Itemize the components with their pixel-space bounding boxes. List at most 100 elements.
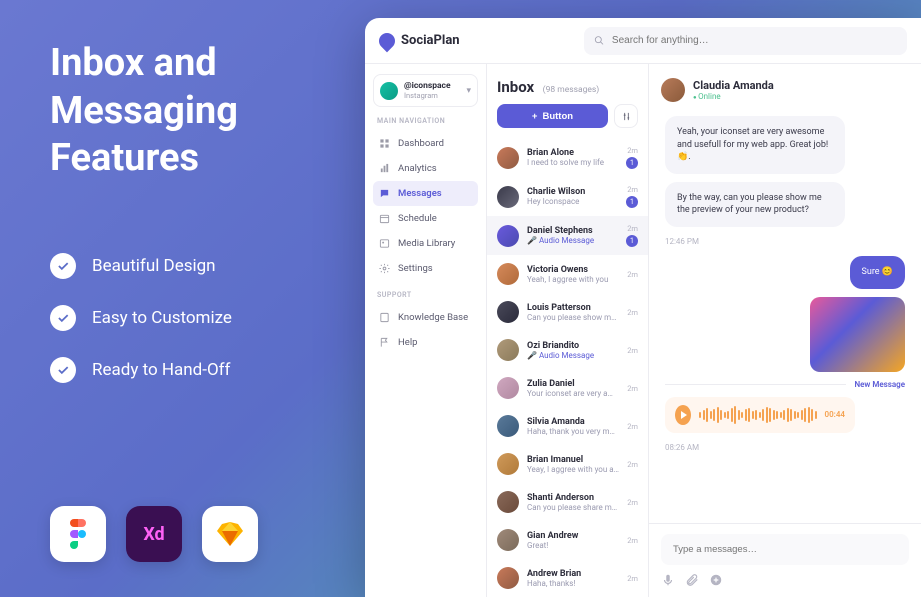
thread-name: Shanti Anderson xyxy=(527,493,619,503)
thread-avatar xyxy=(497,339,519,361)
thread-item[interactable]: Silvia AmandaHaha, thank you very m…2m xyxy=(487,407,648,445)
account-switcher[interactable]: @iconspace Instagram ▾ xyxy=(373,74,478,107)
thread-name: Andrew Brian xyxy=(527,569,619,579)
thread-preview: Haha, thanks! xyxy=(527,579,619,588)
thread-item[interactable]: Shanti AndersonCan you please share m…2m xyxy=(487,483,648,521)
nav-section-heading: MAIN NAVIGATION xyxy=(377,117,474,125)
thread-name: Brian Imanuel xyxy=(527,455,619,465)
inbox-title: Inbox xyxy=(497,78,534,96)
inbox-column: Inbox (98 messages) + Button Brian Alone… xyxy=(487,64,649,597)
nav-dashboard[interactable]: Dashboard xyxy=(373,131,478,156)
nav-media[interactable]: Media Library xyxy=(373,231,478,256)
thread-name: Daniel Stephens xyxy=(527,226,618,236)
nav-analytics[interactable]: Analytics xyxy=(373,156,478,181)
mic-icon[interactable] xyxy=(661,573,675,587)
thread-item[interactable]: Zulia DanielYour iconset are very a…2m xyxy=(487,369,648,407)
thread-name: Louis Patterson xyxy=(527,303,619,313)
nav-help[interactable]: Help xyxy=(373,330,478,355)
chat-status: Online xyxy=(693,92,774,101)
feature-list: Beautiful Design Easy to Customize Ready… xyxy=(50,253,350,383)
thread-name: Gian Andrew xyxy=(527,531,619,541)
thread-avatar xyxy=(497,567,519,589)
nav-knowledge[interactable]: Knowledge Base xyxy=(373,305,478,330)
brand-logo-icon xyxy=(376,29,399,52)
thread-item[interactable]: Brian AloneI need to solve my life 2m 1 xyxy=(487,138,648,177)
thread-preview: I need to solve my life xyxy=(527,158,618,167)
voice-message[interactable]: 00:44 xyxy=(665,397,855,433)
flag-icon xyxy=(379,337,390,348)
promo-title: Inbox and Messaging Features xyxy=(50,40,350,183)
thread-time: 2m xyxy=(627,384,638,393)
thread-item[interactable]: Brian ImanuelYeay, I aggree with you abo… xyxy=(487,445,648,483)
sketch-icon xyxy=(202,506,258,562)
add-icon[interactable] xyxy=(709,573,723,587)
filter-button[interactable] xyxy=(614,104,638,128)
thread-time: 2m xyxy=(627,346,638,355)
feature-item: Ready to Hand-Off xyxy=(50,357,350,383)
nav-section-heading: SUPPORT xyxy=(377,291,474,299)
calendar-icon xyxy=(379,213,390,224)
inbox-count: (98 messages) xyxy=(543,85,600,95)
thread-item[interactable]: Victoria OwensYeah, I aggree with you2m xyxy=(487,255,648,293)
thread-item[interactable]: Ozi Briandito🎤 Audio Message2m xyxy=(487,331,648,369)
thread-name: Zulia Daniel xyxy=(527,379,619,389)
sidebar: @iconspace Instagram ▾ MAIN NAVIGATION D… xyxy=(365,64,487,597)
nav-schedule[interactable]: Schedule xyxy=(373,206,478,231)
thread-preview: Hey Iconspace xyxy=(527,197,618,206)
thread-time: 2m xyxy=(627,146,638,155)
grid-icon xyxy=(379,138,390,149)
thread-preview: 🎤 Audio Message xyxy=(527,236,618,245)
thread-preview: Can you please show m… xyxy=(527,313,619,322)
topbar: SociaPlan xyxy=(365,18,921,64)
image-attachment[interactable] xyxy=(810,297,905,372)
account-platform: Instagram xyxy=(404,91,460,100)
play-icon[interactable] xyxy=(675,405,691,425)
message-input[interactable] xyxy=(661,534,909,565)
thread-preview: Haha, thank you very m… xyxy=(527,427,619,436)
thread-time: 2m xyxy=(627,270,638,279)
thread-item[interactable]: Gian AndrewGreat!2m xyxy=(487,521,648,559)
feature-item: Beautiful Design xyxy=(50,253,350,279)
thread-time: 2m xyxy=(627,422,638,431)
new-message-divider: New Message xyxy=(665,380,905,389)
thread-preview: Yeay, I aggree with you abou… xyxy=(527,465,619,474)
thread-preview: Can you please share m… xyxy=(527,503,619,512)
compose-button[interactable]: + Button xyxy=(497,104,608,128)
image-icon xyxy=(379,238,390,249)
thread-name: Charlie Wilson xyxy=(527,187,618,197)
chevron-down-icon: ▾ xyxy=(466,86,471,96)
thread-avatar xyxy=(497,377,519,399)
chat-avatar xyxy=(661,78,685,102)
plus-icon: + xyxy=(532,111,538,122)
thread-item[interactable]: Louis PattersonCan you please show m… 2m xyxy=(487,293,648,331)
thread-time: 2m xyxy=(627,308,638,317)
feature-item: Easy to Customize xyxy=(50,305,350,331)
thread-name: Brian Alone xyxy=(527,148,618,158)
chat-partner-name: Claudia Amanda xyxy=(693,79,774,92)
chat-header: Claudia Amanda Online xyxy=(649,64,921,112)
message-timestamp: 12:46 PM xyxy=(665,237,905,246)
thread-avatar xyxy=(497,301,519,323)
chat-column: Claudia Amanda Online Yeah, your iconset… xyxy=(649,64,921,597)
unread-badge: 1 xyxy=(626,157,638,169)
thread-list: Brian AloneI need to solve my life 2m 1 Cha… xyxy=(487,138,648,597)
app-window: SociaPlan @iconspace Instagram ▾ MAIN NA… xyxy=(365,18,921,597)
nav-settings[interactable]: Settings xyxy=(373,256,478,281)
thread-item[interactable]: Andrew BrianHaha, thanks!2m xyxy=(487,559,648,597)
unread-badge: 1 xyxy=(626,235,638,247)
waveform xyxy=(699,406,817,424)
thread-item[interactable]: Charlie WilsonHey Iconspace2m1 xyxy=(487,177,648,216)
check-icon xyxy=(50,357,76,383)
figma-icon xyxy=(50,506,106,562)
thread-time: 2m xyxy=(627,460,638,469)
thread-item[interactable]: Daniel Stephens🎤 Audio Message2m1 xyxy=(487,216,648,255)
search-input[interactable] xyxy=(612,35,897,46)
xd-icon: Xd xyxy=(126,506,182,562)
attachment-icon[interactable] xyxy=(685,573,699,587)
thread-avatar xyxy=(497,147,519,169)
message-timestamp: 08:26 AM xyxy=(665,443,905,452)
global-search[interactable] xyxy=(584,27,907,55)
nav-messages[interactable]: Messages xyxy=(373,181,478,206)
book-icon xyxy=(379,312,390,323)
check-icon xyxy=(50,253,76,279)
